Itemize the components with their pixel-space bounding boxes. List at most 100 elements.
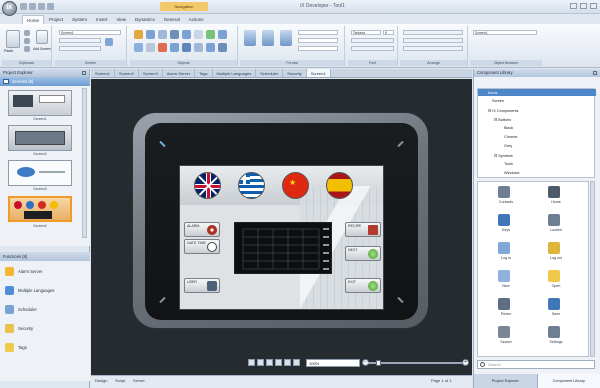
zoom-slider-handle[interactable]: [376, 360, 381, 366]
redo-icon[interactable]: [38, 3, 45, 10]
document-tab[interactable]: Multiple Languages: [213, 69, 257, 77]
chart-icon[interactable]: [194, 43, 203, 52]
tree-item[interactable]: Windows: [504, 171, 519, 175]
analog-numeric-icon[interactable]: [134, 43, 143, 52]
gallery-item[interactable]: Save: [534, 298, 578, 322]
document-tab[interactable]: Tags: [195, 69, 213, 77]
trend-viewer[interactable]: [234, 222, 332, 274]
next-button[interactable]: NEXT: [345, 246, 381, 261]
line-tool-icon[interactable]: [170, 30, 179, 39]
functions-section-header[interactable]: Functions [8]: [0, 252, 90, 261]
gallery-scrollbar[interactable]: [590, 181, 595, 357]
format-option-3[interactable]: [298, 46, 338, 51]
greece-flag-button[interactable]: [238, 172, 265, 199]
recipe-button[interactable]: RECIPE: [345, 222, 381, 237]
list-item[interactable]: Security: [5, 324, 33, 333]
align-icon[interactable]: [266, 359, 273, 366]
meter-icon[interactable]: [170, 43, 179, 52]
font-size-field[interactable]: 8: [383, 30, 394, 35]
tree-item[interactable]: ⊟ Buttons: [494, 117, 511, 122]
document-tab[interactable]: Alarm Server: [163, 69, 196, 77]
zoom-select[interactable]: 100%: [306, 359, 360, 367]
screen-name-field[interactable]: Screen1: [59, 30, 121, 35]
spain-flag-button[interactable]: [326, 172, 353, 199]
template-field[interactable]: [59, 46, 101, 51]
web-browser-icon[interactable]: [206, 43, 215, 52]
list-item[interactable]: Scheduler: [5, 305, 37, 314]
tree-item[interactable]: Chrome: [504, 135, 518, 139]
arrange-option-1[interactable]: [403, 30, 463, 35]
ellipse-tool-icon[interactable]: [158, 30, 167, 39]
design-canvas[interactable]: ★ ALARM DATE TIME USER RECIPE NEXT EXIT: [91, 79, 472, 375]
list-item[interactable]: Tags: [5, 343, 27, 352]
tree-item[interactable]: Screen: [492, 99, 504, 103]
preview-icon[interactable]: [284, 359, 291, 366]
document-tab[interactable]: Scheduler: [256, 69, 284, 77]
exit-button[interactable]: EXIT: [345, 278, 381, 293]
minimize-button[interactable]: [570, 3, 577, 9]
pin-icon[interactable]: [82, 71, 86, 75]
tree-item[interactable]: Tools: [504, 162, 513, 166]
more-objects-icon[interactable]: [218, 43, 227, 52]
slider-icon[interactable]: [182, 43, 191, 52]
tab-project-explorer[interactable]: Project Explorer: [474, 374, 538, 388]
zoom-slider[interactable]: [368, 362, 464, 364]
picture-tool-icon[interactable]: [218, 30, 227, 39]
script-view-tab[interactable]: Script: [115, 378, 125, 383]
list-item[interactable]: Multiple Languages: [5, 286, 54, 295]
ribbon-tab-insert[interactable]: Insert: [92, 15, 111, 24]
screens-section-header[interactable]: Screens [6]: [0, 77, 89, 86]
gallery-item[interactable]: Log in: [484, 242, 528, 266]
tree-item[interactable]: ⊟ IX Components: [488, 108, 518, 113]
gallery-item[interactable]: Contacts: [484, 186, 528, 210]
text-tool-icon[interactable]: [194, 30, 203, 39]
gallery-item[interactable]: Printer: [484, 298, 528, 322]
maximize-button[interactable]: [580, 3, 587, 9]
rectangle-tool-icon[interactable]: [146, 30, 155, 39]
design-view-tab[interactable]: Design: [95, 378, 107, 383]
grid-icon[interactable]: [248, 359, 255, 366]
snap-icon[interactable]: [257, 359, 264, 366]
document-tab[interactable]: Security: [283, 69, 307, 77]
gallery-item[interactable]: Locked: [534, 214, 578, 238]
copy-icon[interactable]: [24, 38, 30, 44]
arrange-option-2[interactable]: [403, 38, 463, 43]
tree-item[interactable]: Black: [504, 126, 513, 130]
tab-component-library[interactable]: Component Library: [537, 374, 600, 388]
gallery-item[interactable]: Keys: [484, 214, 528, 238]
save-icon[interactable]: [20, 3, 27, 10]
united-kingdom-flag-button[interactable]: [194, 172, 221, 199]
arrange-option-3[interactable]: [403, 46, 463, 51]
application-menu-button[interactable]: IX: [2, 1, 17, 16]
ribbon-tab-actions[interactable]: Actions: [185, 15, 208, 24]
run-icon[interactable]: [47, 3, 54, 10]
pointer-icon[interactable]: [134, 30, 143, 39]
ribbon-tab-view[interactable]: View: [112, 15, 130, 24]
document-tab[interactable]: Screen2: [115, 69, 139, 77]
ribbon-tab-home[interactable]: Home: [22, 15, 45, 24]
gallery-item[interactable]: Settings: [534, 326, 578, 350]
screen-thumbnail-selected[interactable]: [8, 196, 72, 222]
ab-text-icon[interactable]: [146, 43, 155, 52]
format-option-2[interactable]: [298, 38, 338, 43]
user-button[interactable]: USER: [184, 278, 220, 293]
font-align-bar[interactable]: [351, 46, 394, 51]
ribbon-tab-system[interactable]: System: [68, 15, 91, 24]
screen-thumbnail[interactable]: [8, 160, 72, 186]
document-tab[interactable]: Screen1: [91, 69, 115, 77]
china-flag-button[interactable]: ★: [282, 172, 309, 199]
gallery-item[interactable]: Home: [534, 186, 578, 210]
fill-color-button[interactable]: [244, 30, 256, 46]
document-tab[interactable]: Screen3: [139, 69, 163, 77]
ribbon-tab-project[interactable]: Project: [45, 15, 67, 24]
list-item[interactable]: Alarm Server: [5, 267, 42, 276]
cut-icon[interactable]: [24, 30, 30, 36]
object-browser-field[interactable]: Screen1: [473, 30, 537, 35]
tree-item[interactable]: ⊟ Symbols: [494, 153, 513, 158]
font-style-bar[interactable]: [351, 38, 394, 43]
format-option-1[interactable]: [298, 30, 338, 35]
screen-thumbnail[interactable]: [8, 125, 72, 151]
thumbnails-scrollbar[interactable]: [82, 88, 87, 238]
tree-item[interactable]: Grey: [504, 144, 512, 148]
undo-icon[interactable]: [29, 3, 36, 10]
